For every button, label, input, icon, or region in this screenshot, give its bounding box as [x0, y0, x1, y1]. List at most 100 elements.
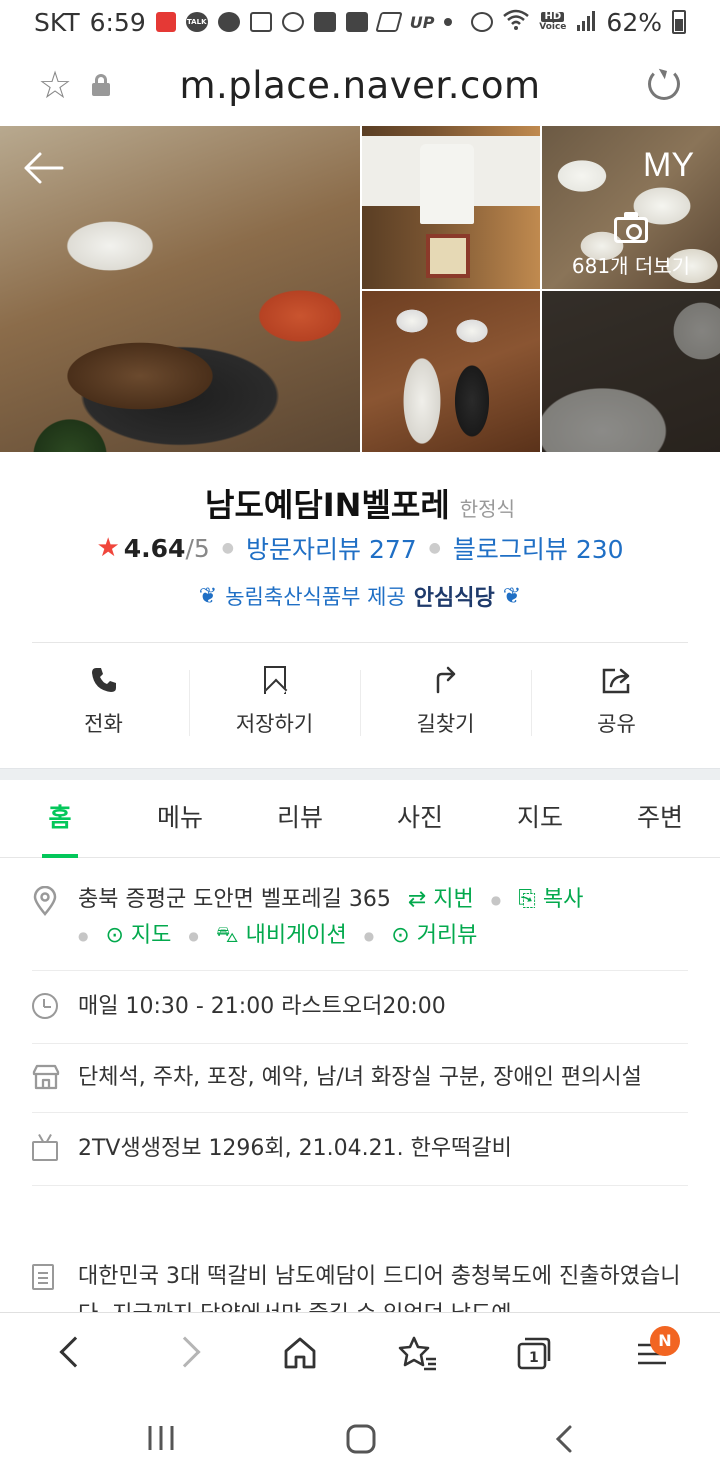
photo-table[interactable]	[362, 291, 540, 452]
chevron-right-icon	[169, 1336, 201, 1368]
car-icon: ⛍	[215, 923, 239, 948]
list-app-icon	[313, 12, 336, 32]
phone-icon	[91, 668, 116, 692]
visitor-review-link[interactable]: 방문자리뷰 277	[246, 530, 417, 566]
save-label: 저장하기	[235, 712, 314, 736]
separator-dot: ●	[428, 540, 441, 556]
hours-row[interactable]: 매일 10:30 - 21:00 라스트오더20:00	[32, 971, 688, 1044]
section-separator	[0, 768, 720, 780]
blog-review-link[interactable]: 블로그리뷰 230	[453, 530, 624, 566]
share-label: 공유	[597, 712, 636, 736]
alarm-icon	[471, 12, 494, 32]
battery-icon	[672, 10, 686, 34]
photo-more[interactable]	[542, 291, 720, 452]
hd-voice-icon: HD Voice	[539, 11, 567, 33]
photo-interior[interactable]	[362, 126, 540, 289]
star-list-icon	[398, 1336, 436, 1371]
tab-review[interactable]: 리뷰	[240, 780, 360, 857]
call-label: 전화	[84, 712, 123, 736]
info-section: 충북 증평군 도안면 벨포레길 365 ⇄ 지번 ● ⎘ 복사 ● ⊙ 지도 ●…	[32, 866, 688, 1186]
jibun-link[interactable]: ⇄ 지번	[408, 887, 474, 912]
store-icon	[32, 1064, 60, 1090]
back-arrow-icon[interactable]	[22, 148, 64, 188]
directions-button[interactable]: 길찾기	[360, 660, 531, 750]
address-row: 충북 증평군 도안면 벨포레길 365 ⇄ 지번 ● ⎘ 복사 ● ⊙ 지도 ●…	[32, 866, 688, 971]
rating-max: /5	[185, 533, 210, 563]
url-text[interactable]: m.place.naver.com	[0, 64, 720, 107]
photo-grid: MY	[0, 126, 720, 452]
street-view-icon: ⊙	[391, 923, 410, 948]
home-icon	[284, 1337, 316, 1369]
list-app-icon-2	[345, 12, 368, 32]
more-photos-label[interactable]: 681개 더보기	[542, 250, 720, 279]
back-chevron-icon	[555, 1425, 572, 1453]
camera-icon	[614, 212, 648, 243]
kakaotalk-icon: TALK	[185, 12, 208, 32]
home-button[interactable]	[282, 1335, 326, 1375]
navigation-link[interactable]: ⛍ 내비게이션	[216, 923, 347, 948]
badge-strong: 안심식당	[413, 586, 495, 611]
up-label: UP	[409, 12, 435, 32]
tv-icon	[32, 1141, 58, 1161]
tab-map[interactable]: 지도	[480, 780, 600, 857]
laurel-right-icon: ❦	[502, 583, 522, 609]
signal-icon	[576, 8, 596, 37]
battery-percent: 62%	[606, 7, 662, 37]
separator-dot: ●	[221, 540, 234, 556]
whowho-icon	[217, 12, 240, 32]
tv-row: 2TV생생정보 1296회, 21.04.21. 한우떡갈비	[32, 1113, 688, 1186]
place-title: 남도예담IN벨포레 한정식	[0, 480, 720, 526]
clock-icon	[32, 993, 58, 1019]
rating-value: 4.64	[123, 533, 186, 563]
badge-text: 농림축산식품부 제공	[225, 585, 406, 609]
tab-photo[interactable]: 사진	[360, 780, 480, 857]
tab-menu[interactable]: 메뉴	[120, 780, 240, 857]
card-icon	[249, 12, 272, 32]
copy-link[interactable]: ⎘ 복사	[518, 887, 583, 912]
recent-apps-button[interactable]	[146, 1424, 176, 1452]
description-text: 대한민국 3대 떡갈비 남도예담이 드디어 충청북도에 진출하였습니다. 지금까…	[78, 1264, 681, 1312]
my-button[interactable]: MY	[643, 146, 694, 185]
megaphone-icon	[155, 12, 176, 32]
location-pin-icon	[33, 885, 57, 916]
copy-icon: ⎘	[518, 887, 536, 912]
no-sim-icon	[375, 12, 403, 32]
notification-dot-icon	[444, 18, 453, 26]
street-view-link[interactable]: ⊙ 거리뷰	[391, 923, 477, 948]
share-button[interactable]: 공유	[531, 660, 702, 750]
call-button[interactable]: 전화	[18, 660, 189, 750]
forward-button[interactable]	[169, 1335, 214, 1375]
home-square-icon	[346, 1424, 376, 1454]
map-link[interactable]: ⊙ 지도	[105, 923, 171, 948]
reload-icon[interactable]	[648, 68, 680, 100]
divider	[32, 642, 688, 643]
hours-text: 매일 10:30 - 21:00 라스트오더20:00	[78, 994, 446, 1019]
home-system-button[interactable]	[346, 1424, 376, 1454]
tabs-count: 1	[529, 1350, 539, 1366]
facilities-text: 단체석, 주차, 포장, 예약, 남/녀 화장실 구분, 장애인 편의시설	[78, 1065, 642, 1090]
back-button[interactable]	[48, 1335, 92, 1375]
tab-home[interactable]: 홈	[0, 780, 120, 858]
save-button[interactable]: 저장하기	[189, 660, 360, 750]
wifi-icon	[503, 8, 530, 37]
browser-toolbar: 1	[0, 1312, 720, 1396]
tabs-button[interactable]: 1	[516, 1335, 560, 1375]
bookmarks-button[interactable]	[398, 1335, 442, 1375]
place-category: 한정식	[459, 497, 515, 521]
chevron-left-icon	[59, 1336, 91, 1368]
map-pin-icon: ⊙	[105, 923, 124, 948]
laurel-left-icon: ❦	[198, 583, 218, 609]
description-row[interactable]: 대한민국 3대 떡갈비 남도예담이 드디어 충청북도에 진출하였습니다. 지금까…	[32, 1258, 688, 1312]
back-system-button[interactable]	[552, 1424, 576, 1454]
carrier-label: SKT	[34, 7, 80, 37]
tab-bar: 홈 메뉴 리뷰 사진 지도 주변	[0, 780, 720, 858]
address-text: 충북 증평군 도안면 벨포레길 365	[78, 887, 391, 912]
safe-restaurant-badge[interactable]: ❦ 농림축산식품부 제공 안심식당 ❦	[0, 580, 720, 612]
b-app-icon	[281, 12, 304, 32]
url-bar: ☆ m.place.naver.com	[0, 44, 720, 126]
clock-time: 6:59	[89, 7, 146, 37]
tab-nearby[interactable]: 주변	[600, 780, 720, 857]
rating-star-icon: ★	[96, 533, 120, 563]
facilities-row: 단체석, 주차, 포장, 예약, 남/녀 화장실 구분, 장애인 편의시설	[32, 1044, 688, 1113]
bookmark-icon	[263, 666, 286, 694]
